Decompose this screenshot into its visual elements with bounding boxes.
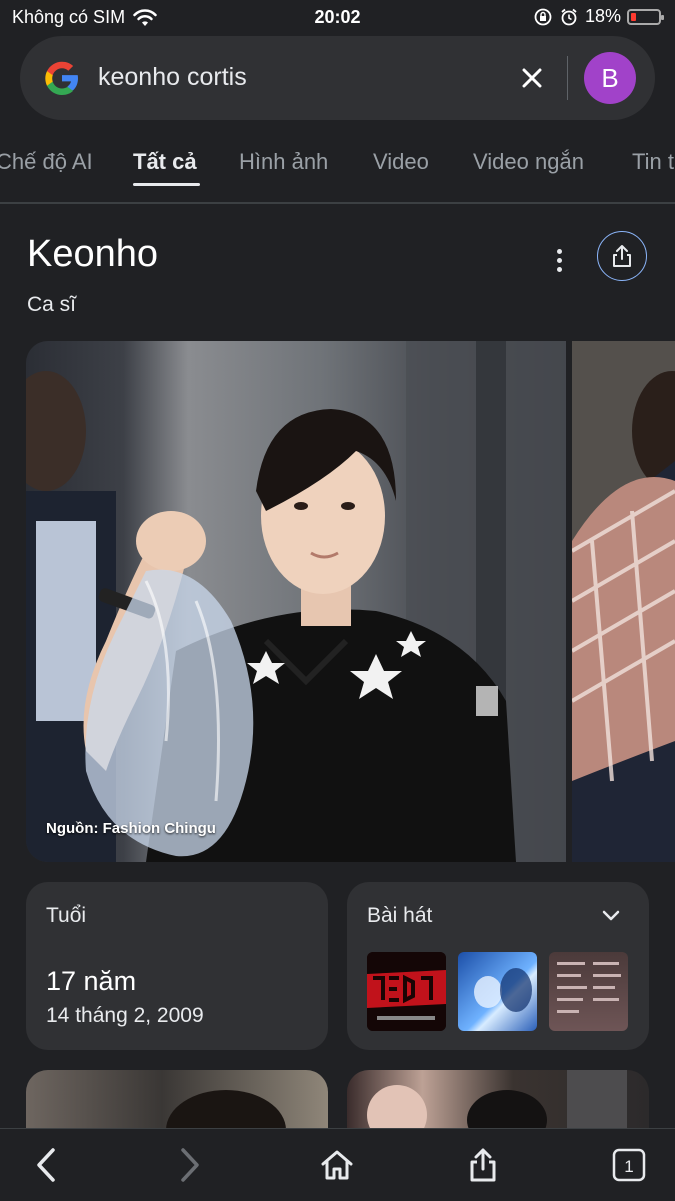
album-art-tracklist-icon (557, 962, 621, 1013)
related-image-card-2[interactable] (347, 1070, 649, 1130)
chevron-right-icon (181, 1148, 199, 1182)
battery-fill (631, 12, 636, 21)
song-thumbnail-1[interactable] (367, 952, 446, 1031)
songs-label: Bài hát (367, 904, 433, 927)
chevron-left-icon (37, 1148, 55, 1182)
share-page-button[interactable] (461, 1143, 505, 1187)
tabs-button[interactable]: 1 (607, 1143, 651, 1187)
tabs-icon: 1 (612, 1148, 646, 1182)
age-label: Tuổi (46, 904, 87, 927)
home-icon (321, 1150, 353, 1180)
songs-card[interactable]: Bài hát (347, 882, 649, 1050)
search-input[interactable]: keonho cortis (98, 63, 247, 92)
rotation-lock-icon (534, 8, 552, 25)
battery-percent: 18% (584, 6, 621, 26)
song-thumbnail-3[interactable] (549, 952, 628, 1031)
back-button[interactable] (24, 1143, 68, 1187)
clear-search-button[interactable] (516, 60, 548, 96)
tab-count: 1 (624, 1157, 633, 1176)
tab-images[interactable]: Hình ảnh (239, 149, 328, 175)
share-icon (470, 1148, 496, 1182)
browser-toolbar: 1 (0, 1128, 675, 1201)
tab-ai-mode[interactable]: Chế độ AI (0, 149, 93, 175)
battery-icon (627, 8, 664, 25)
related-photo-illustration-2 (367, 1070, 627, 1130)
search-bar[interactable]: keonho cortis B (20, 36, 655, 120)
tabs-divider (0, 202, 675, 204)
entity-subtitle: Ca sĩ (27, 293, 77, 316)
person-photo-illustration (26, 341, 566, 862)
status-right: 18% (533, 6, 664, 27)
tab-all[interactable]: Tất cả (133, 149, 197, 175)
google-logo-icon (45, 61, 78, 95)
album-art-red-icon (367, 952, 446, 1031)
secondary-photo-illustration (572, 341, 675, 862)
tab-short-videos[interactable]: Video ngắn (473, 149, 584, 175)
home-button[interactable] (315, 1143, 359, 1187)
photo-source-caption: Nguồn: Fashion Chingu (46, 820, 216, 837)
chevron-down-icon[interactable] (601, 906, 621, 926)
related-photo-illustration (166, 1090, 286, 1130)
account-avatar[interactable]: B (584, 52, 636, 104)
tab-videos[interactable]: Video (373, 149, 429, 175)
alarm-icon (561, 8, 577, 25)
more-vert-icon (556, 248, 562, 254)
tab-news[interactable]: Tin t (632, 149, 674, 175)
more-options-button[interactable] (545, 244, 573, 276)
album-art-blue-icon (474, 968, 532, 1012)
age-card[interactable]: Tuổi 17 năm 14 tháng 2, 2009 (26, 882, 328, 1050)
entity-photo[interactable]: Nguồn: Fashion Chingu (26, 341, 566, 862)
share-icon (613, 245, 631, 267)
share-button[interactable] (597, 231, 647, 281)
active-tab-indicator (133, 183, 200, 186)
related-image-card-1[interactable] (26, 1070, 328, 1130)
birth-date: 14 tháng 2, 2009 (46, 1004, 204, 1027)
song-thumbnail-2[interactable] (458, 952, 537, 1031)
close-icon (522, 68, 542, 88)
search-divider (567, 56, 568, 100)
entity-title: Keonho (27, 233, 159, 275)
forward-button[interactable] (168, 1143, 212, 1187)
status-bar: Không có SIM 20:02 18% (0, 0, 675, 34)
entity-photo-secondary[interactable] (572, 341, 675, 862)
search-tabs: Chế độ AI Tất cả Hình ảnh Video Video ng… (0, 140, 675, 202)
age-value: 17 năm (46, 966, 137, 996)
